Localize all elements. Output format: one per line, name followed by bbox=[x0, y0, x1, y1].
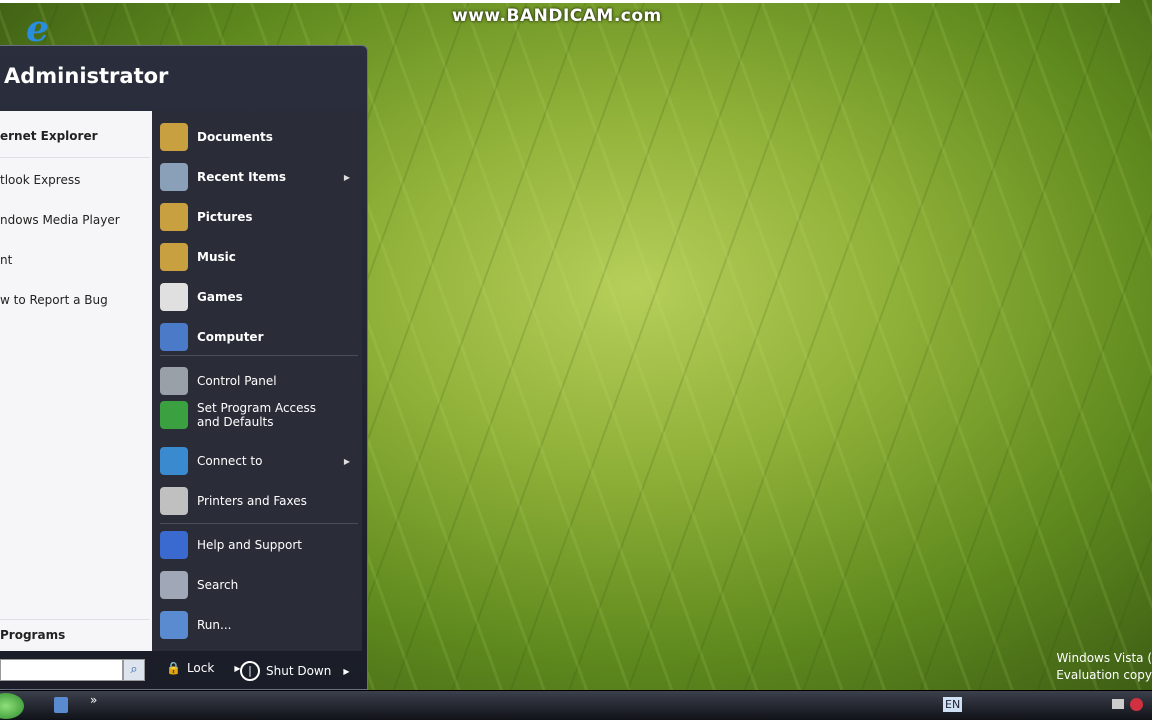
program-internet-explorer[interactable]: ernet Explorer bbox=[0, 129, 98, 143]
place-control-panel[interactable]: Control Panel bbox=[160, 363, 360, 399]
documents-icon bbox=[160, 123, 188, 151]
place-label: Printers and Faxes bbox=[197, 494, 307, 508]
program-windows-media-player[interactable]: ndows Media Player bbox=[0, 213, 120, 227]
connect-to-icon bbox=[160, 447, 188, 475]
search-icon[interactable]: ⌕ bbox=[123, 659, 145, 681]
place-label: Computer bbox=[197, 330, 264, 344]
place-printers-and-faxes[interactable]: Printers and Faxes bbox=[160, 483, 360, 519]
search-icon bbox=[160, 571, 188, 599]
top-strip bbox=[0, 0, 1120, 3]
submenu-arrow-icon: ▶ bbox=[343, 456, 350, 466]
shutdown-label: Shut Down bbox=[266, 664, 332, 678]
quick-launch-ie-icon[interactable] bbox=[54, 697, 68, 713]
places-pane: Documents Recent Items ▶ Pictures Music Games… bbox=[152, 111, 362, 651]
lock-label: Lock bbox=[186, 661, 215, 675]
place-computer[interactable]: Computer bbox=[160, 319, 360, 355]
shutdown-options-arrow[interactable]: ▶ bbox=[343, 667, 349, 676]
place-label: Recent Items bbox=[197, 170, 287, 184]
place-label: Music bbox=[197, 250, 236, 264]
place-label: Help and Support bbox=[197, 538, 302, 552]
place-label: Control Panel bbox=[197, 374, 277, 388]
divider bbox=[0, 157, 150, 158]
control-panel-icon bbox=[160, 367, 188, 395]
lock-icon: 🔒 bbox=[166, 661, 181, 675]
place-label: Games bbox=[197, 290, 243, 304]
vista-evaluation-notice: Windows Vista ( Evaluation copy bbox=[1056, 650, 1152, 684]
divider bbox=[0, 619, 150, 620]
place-search[interactable]: Search bbox=[160, 567, 360, 603]
place-run[interactable]: Run... bbox=[160, 607, 360, 643]
place-label: Documents bbox=[197, 130, 273, 144]
power-icon: | bbox=[240, 661, 260, 681]
program-report-bug[interactable]: w to Report a Bug bbox=[0, 293, 108, 307]
place-pictures[interactable]: Pictures bbox=[160, 199, 360, 235]
submenu-arrow-icon: ▶ bbox=[343, 172, 350, 182]
place-label: Pictures bbox=[197, 210, 253, 224]
program-outlook-express[interactable]: tlook Express bbox=[0, 173, 80, 187]
shutdown-button[interactable]: | Shut Down ▶ bbox=[240, 661, 350, 681]
set-program-access-and-defaults-icon bbox=[160, 401, 188, 429]
pictures-icon bbox=[160, 203, 188, 231]
start-button[interactable] bbox=[0, 693, 24, 719]
divider bbox=[160, 523, 358, 524]
internet-explorer-desktop-icon[interactable]: e bbox=[26, 8, 68, 50]
run-icon bbox=[160, 611, 188, 639]
games-icon bbox=[160, 283, 188, 311]
language-indicator[interactable]: EN bbox=[943, 697, 963, 712]
place-set-program-access-and-defaults[interactable]: Set Program Access and Defaults bbox=[160, 395, 360, 435]
taskbar: » EN bbox=[0, 690, 1152, 720]
music-icon bbox=[160, 243, 188, 271]
bandicam-watermark: www.BANDICAM.com bbox=[452, 6, 662, 26]
start-menu: Administrator ernet Explorer tlook Expre… bbox=[0, 45, 368, 690]
help-and-support-icon bbox=[160, 531, 188, 559]
place-label: Run... bbox=[197, 618, 232, 632]
recent-items-icon bbox=[160, 163, 188, 191]
network-icon[interactable] bbox=[1112, 699, 1124, 709]
all-programs[interactable]: Programs bbox=[0, 628, 65, 642]
place-recent-items[interactable]: Recent Items ▶ bbox=[160, 159, 360, 195]
user-name: Administrator bbox=[4, 64, 169, 88]
printers-and-faxes-icon bbox=[160, 487, 188, 515]
programs-pane: ernet Explorer tlook Express ndows Media… bbox=[0, 111, 152, 651]
lock-button[interactable]: 🔒 Lock ▶ bbox=[166, 661, 240, 675]
quick-launch-more[interactable]: » bbox=[90, 693, 97, 707]
program-paint[interactable]: nt bbox=[0, 253, 12, 267]
place-documents[interactable]: Documents bbox=[160, 119, 360, 155]
place-help-and-support[interactable]: Help and Support bbox=[160, 527, 360, 563]
place-games[interactable]: Games bbox=[160, 279, 360, 315]
place-label: Connect to bbox=[197, 454, 263, 468]
security-center-icon[interactable] bbox=[1130, 698, 1143, 711]
divider bbox=[160, 355, 358, 356]
place-label: Search bbox=[197, 578, 239, 592]
computer-icon bbox=[160, 323, 188, 351]
place-label: Set Program Access and Defaults bbox=[197, 401, 317, 429]
search-input[interactable] bbox=[0, 659, 123, 681]
place-connect-to[interactable]: Connect to ▶ bbox=[160, 443, 360, 479]
place-music[interactable]: Music bbox=[160, 239, 360, 275]
vista-line1: Windows Vista ( bbox=[1056, 651, 1152, 665]
vista-line2: Evaluation copy bbox=[1056, 668, 1152, 682]
